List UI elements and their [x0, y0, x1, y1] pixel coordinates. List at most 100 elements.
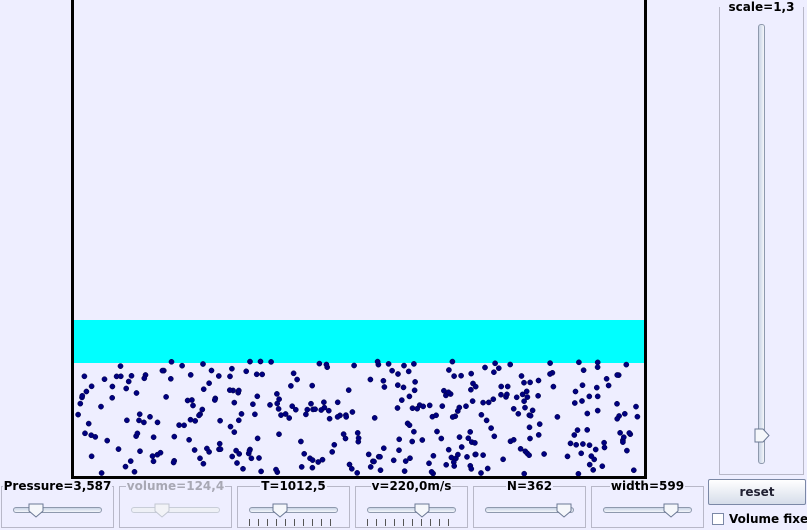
scale-slider-thumb[interactable] [754, 428, 770, 443]
gas-particle [411, 428, 417, 435]
gas-particle [268, 359, 274, 365]
gas-particle [529, 407, 536, 414]
gas-particle [326, 415, 333, 422]
particle-field [75, 358, 641, 476]
gas-particle [88, 383, 95, 390]
gas-particle [521, 379, 527, 386]
gas-particle [480, 399, 486, 406]
gas-particle [154, 419, 161, 426]
scale-slider-track[interactable] [758, 24, 765, 464]
gas-particle [179, 362, 185, 369]
gas-particle [191, 447, 198, 453]
gas-particle [467, 429, 474, 435]
gas-particle [259, 371, 266, 378]
gas-particle [238, 411, 245, 417]
gas-particle [605, 382, 612, 389]
gas-particle [190, 402, 196, 409]
gas-particle [401, 468, 408, 474]
gas-particle [292, 406, 299, 413]
velocity-slider-track[interactable] [367, 507, 456, 513]
gas-particle [490, 396, 497, 403]
gas-particle [235, 387, 242, 394]
gas-particle [438, 435, 445, 442]
gas-particle [579, 382, 586, 389]
gas-particle [231, 399, 238, 406]
gas-particle [400, 384, 407, 391]
gas-particle [227, 423, 234, 430]
gas-particle [149, 453, 156, 459]
gas-particle [426, 460, 432, 467]
gas-particle [478, 411, 485, 418]
gas-particle [550, 383, 557, 390]
gas-particle [304, 406, 311, 413]
gas-particle [157, 449, 164, 456]
gas-particle [323, 361, 330, 368]
gas-particle [134, 430, 141, 437]
velocity-slider-thumb[interactable] [414, 503, 430, 518]
gas-particle [345, 387, 352, 393]
pressure-slider-panel: Pressure=3,587 [1, 479, 114, 528]
gas-particle [623, 361, 630, 368]
gas-particle [167, 375, 174, 382]
gas-particle [377, 453, 383, 460]
gas-particle [211, 397, 218, 403]
gas-particle [109, 394, 116, 401]
gas-particle [254, 435, 261, 442]
gas-particle [527, 435, 533, 442]
gas-particle [626, 430, 633, 436]
gas-particle [133, 390, 140, 396]
volume-fixed-checkbox[interactable]: Volume fixed [712, 511, 807, 527]
gas-particle [426, 402, 433, 409]
gas-particle [204, 445, 210, 452]
gas-particle [521, 470, 528, 476]
gas-particle [526, 452, 532, 459]
gas-particle [390, 457, 397, 464]
gas-particle [451, 373, 457, 379]
gas-particle [163, 394, 169, 400]
gas-particle [449, 358, 456, 365]
gas-particle [131, 468, 138, 475]
reset-button[interactable]: reset [708, 479, 806, 505]
gas-particle [603, 375, 610, 382]
gas-particle [445, 446, 452, 453]
gas-particle [395, 371, 401, 377]
gas-particle [125, 378, 132, 385]
gas-particle [633, 403, 639, 410]
gas-particle [236, 451, 243, 457]
gas-particle [250, 401, 256, 408]
gas-particle [541, 451, 547, 457]
gas-particle [536, 421, 543, 427]
gas-particle [109, 383, 116, 390]
gas-particle [405, 368, 412, 375]
gas-particle [578, 450, 585, 457]
gas-particle [517, 445, 524, 452]
temperature-slider-track[interactable] [249, 507, 338, 513]
gas-particle [367, 464, 374, 470]
gas-particle [196, 412, 202, 419]
gas-particle [316, 360, 323, 367]
gas-particle [504, 383, 511, 390]
gas-particle [491, 433, 498, 440]
gas-particle [579, 398, 585, 404]
gas-particle [468, 386, 474, 393]
gas-particle [504, 391, 510, 398]
gas-particle [526, 424, 533, 431]
width-slider-thumb[interactable] [663, 503, 679, 518]
gas-particle [248, 455, 255, 462]
checkbox-box[interactable] [712, 513, 724, 525]
gas-particle [136, 411, 143, 418]
gas-particle [371, 458, 377, 465]
gas-particle [567, 440, 574, 447]
gas-particle [371, 415, 378, 421]
gas-particle [414, 405, 421, 412]
pressure-slider-track[interactable] [13, 507, 102, 513]
n-slider-thumb[interactable] [556, 503, 572, 518]
temperature-slider-thumb[interactable] [272, 503, 288, 518]
gas-particle [419, 437, 426, 443]
gas-particle [411, 387, 418, 394]
gas-particle [150, 458, 157, 465]
pressure-slider-thumb[interactable] [28, 503, 44, 518]
gas-particle [312, 406, 318, 413]
gas-particle [434, 428, 440, 435]
gas-particle [215, 373, 222, 379]
